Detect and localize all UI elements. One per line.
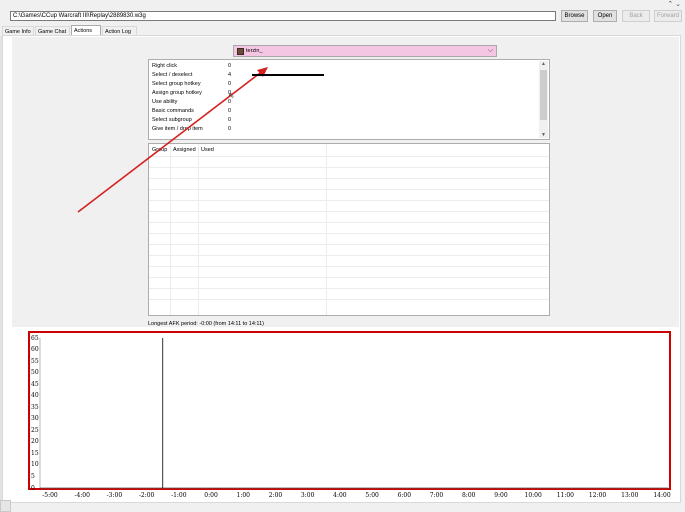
y-tick-label: 40: [31, 392, 39, 400]
x-tick-label: 1:00: [236, 492, 250, 499]
x-tick-label: 13:00: [621, 492, 639, 499]
x-tick-label: 10:00: [524, 492, 542, 499]
x-tick-label: 5:00: [365, 492, 379, 499]
x-tick-label: 8:00: [461, 492, 476, 499]
x-tick-label: -3:00: [106, 492, 123, 499]
y-tick-label: 0: [31, 484, 35, 492]
x-tick-label: 11:00: [556, 492, 575, 499]
x-tick-label: 14:00: [653, 492, 671, 499]
y-tick-label: 20: [31, 438, 39, 446]
x-tick-label: -5:00: [42, 492, 58, 499]
x-tick-label: 3:00: [300, 492, 315, 499]
y-tick-label: 15: [31, 449, 39, 457]
x-tick-label: 0:00: [204, 492, 218, 499]
x-tick-label: -1:00: [171, 492, 187, 499]
x-tick-label: 4:00: [333, 492, 347, 499]
y-tick-label: 45: [31, 380, 39, 388]
apm-chart-plot: [39, 338, 668, 489]
x-tick-label: -4:00: [74, 492, 90, 499]
status-indicator: [0, 500, 11, 512]
x-tick-label: 12:00: [588, 492, 607, 499]
x-tick-label: 2:00: [268, 492, 283, 499]
x-tick-label: -2:00: [138, 492, 155, 499]
y-tick-label: 65: [31, 334, 39, 342]
y-tick-label: 5: [31, 472, 35, 480]
y-tick-label: 50: [31, 369, 39, 377]
x-tick-label: 7:00: [429, 492, 444, 499]
y-tick-label: 25: [31, 426, 39, 434]
y-tick-label: 55: [31, 357, 39, 365]
x-tick-label: 6:00: [397, 492, 412, 499]
y-tick-label: 10: [31, 461, 39, 469]
y-tick-label: 60: [31, 346, 39, 354]
x-tick-label: 9:00: [494, 492, 508, 499]
y-tick-label: 35: [31, 403, 39, 411]
y-tick-label: 30: [31, 415, 39, 423]
